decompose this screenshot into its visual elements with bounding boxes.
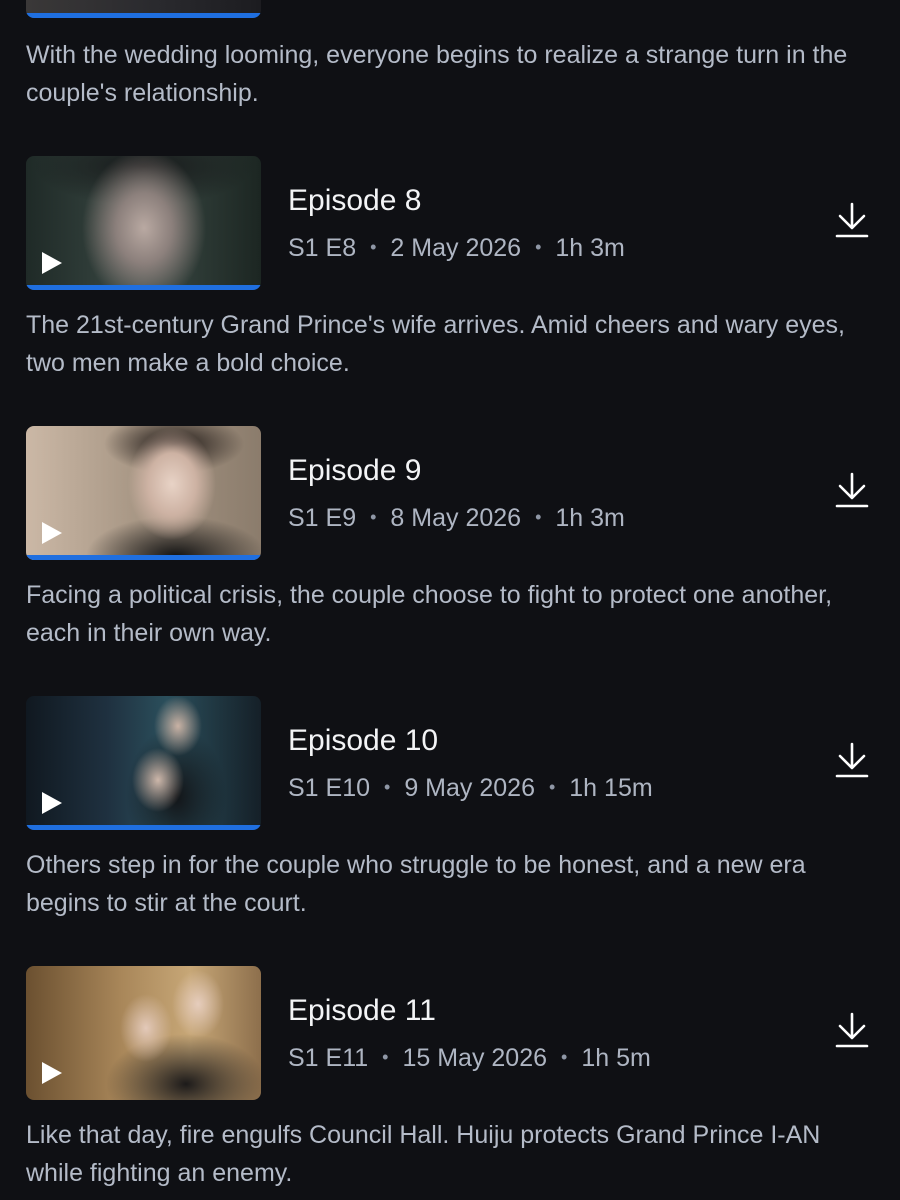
episode-10-description: Others step in for the couple who strugg… bbox=[26, 851, 806, 917]
episode-9-date: 8 May 2026 bbox=[390, 504, 522, 532]
play-icon[interactable] bbox=[42, 792, 62, 814]
episode-8-progress-bar bbox=[26, 285, 261, 290]
episode-11-date: 15 May 2026 bbox=[402, 1044, 548, 1072]
episode-10-thumbnail[interactable] bbox=[26, 696, 261, 830]
download-icon[interactable] bbox=[835, 742, 869, 778]
meta-separator: • bbox=[370, 237, 377, 257]
episode-8-duration: 1h 3m bbox=[555, 234, 625, 262]
episode-8-progress-fill bbox=[26, 285, 261, 290]
previous-episode-description: With the wedding looming, everyone begin… bbox=[26, 41, 848, 107]
episode-11-thumbnail[interactable] bbox=[26, 966, 261, 1100]
episode-9-description: Facing a political crisis, the couple ch… bbox=[26, 581, 833, 647]
episode-11-description: Like that day, fire engulfs Council Hall… bbox=[26, 1121, 821, 1187]
episode-9-duration: 1h 3m bbox=[555, 504, 625, 532]
episode-11-duration: 1h 5m bbox=[581, 1044, 651, 1072]
episode-9-progress-fill bbox=[26, 555, 261, 560]
episode-10-progress-fill bbox=[26, 825, 261, 830]
episode-9-thumbnail[interactable] bbox=[26, 426, 261, 560]
episode-10-duration: 1h 15m bbox=[569, 774, 653, 802]
episode-10-title: Episode 10 bbox=[288, 724, 439, 757]
previous-episode-thumbnail[interactable] bbox=[26, 0, 261, 18]
episode-10-progress-bar bbox=[26, 825, 261, 830]
episode-9-progress-bar bbox=[26, 555, 261, 560]
play-icon[interactable] bbox=[42, 1062, 62, 1084]
episode-8-title: Episode 8 bbox=[288, 184, 422, 217]
meta-separator: • bbox=[548, 777, 556, 797]
episode-row-8[interactable]: Episode 8 S1 E8 • 2 May 2026 • 1h 3m bbox=[0, 156, 900, 290]
play-icon[interactable] bbox=[42, 522, 62, 544]
episode-9-meta: S1 E9 • 8 May 2026 • 1h 3m bbox=[288, 504, 625, 533]
episode-8-description: The 21st-century Grand Prince's wife arr… bbox=[26, 311, 845, 377]
episode-8-meta: S1 E8 • 2 May 2026 • 1h 3m bbox=[288, 234, 625, 263]
download-icon[interactable] bbox=[835, 1012, 869, 1048]
meta-separator: • bbox=[535, 237, 542, 257]
episode-row-9[interactable]: Episode 9 S1 E9 • 8 May 2026 • 1h 3m bbox=[0, 426, 900, 560]
meta-separator: • bbox=[382, 1047, 389, 1067]
previous-episode-progress-fill bbox=[26, 13, 261, 18]
episode-10-meta: S1 E10 • 9 May 2026 • 1h 15m bbox=[288, 774, 653, 803]
play-icon[interactable] bbox=[42, 252, 62, 274]
episode-10-date: 9 May 2026 bbox=[404, 774, 535, 802]
meta-separator: • bbox=[535, 507, 542, 527]
download-icon[interactable] bbox=[835, 472, 869, 508]
episode-9-title: Episode 9 bbox=[288, 454, 422, 487]
episode-10-season-episode: S1 E10 bbox=[288, 774, 371, 802]
episode-8-date: 2 May 2026 bbox=[390, 234, 522, 262]
episode-row-11[interactable]: Episode 11 S1 E11 • 15 May 2026 • 1h 5m bbox=[0, 966, 900, 1100]
episode-11-title: Episode 11 bbox=[288, 994, 436, 1027]
previous-episode-progress-bar bbox=[26, 13, 261, 18]
episode-8-thumbnail[interactable] bbox=[26, 156, 261, 290]
episode-9-season-episode: S1 E9 bbox=[288, 504, 357, 532]
episode-11-meta: S1 E11 • 15 May 2026 • 1h 5m bbox=[288, 1044, 651, 1073]
episode-11-season-episode: S1 E11 bbox=[288, 1044, 369, 1072]
meta-separator: • bbox=[561, 1047, 568, 1067]
meta-separator: • bbox=[370, 507, 377, 527]
episode-row-10[interactable]: Episode 10 S1 E10 • 9 May 2026 • 1h 15m bbox=[0, 696, 900, 830]
meta-separator: • bbox=[384, 777, 391, 797]
download-icon[interactable] bbox=[835, 202, 869, 238]
episode-8-season-episode: S1 E8 bbox=[288, 234, 357, 262]
